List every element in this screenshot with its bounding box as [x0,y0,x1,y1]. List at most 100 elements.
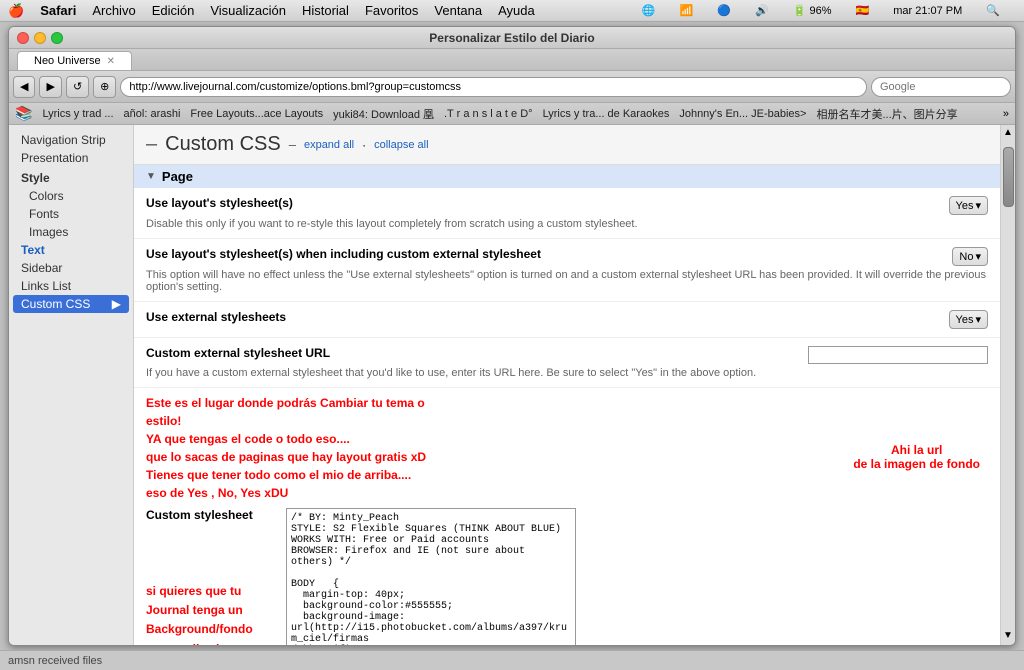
more-bookmarks[interactable]: » [1003,108,1009,120]
search-input[interactable] [871,77,1011,97]
menu-visualizacion[interactable]: Visualización [210,3,286,18]
external-stylesheet-select[interactable]: No ▾ [952,247,988,266]
sidebar-item-sidebar[interactable]: Sidebar [9,259,133,277]
custom-stylesheet-label-col: Custom stylesheet si quieres que tu Jour… [146,508,276,645]
sidebar-item-navigation-strip[interactable]: Navigation Strip [9,131,133,149]
menu-edicion[interactable]: Edición [152,3,195,18]
sidebar-item-custom-css[interactable]: Custom CSS ▶ [13,295,129,313]
toolbar: ◀ ▶ ↺ ⊕ [9,71,1015,103]
refresh-button[interactable]: ↺ [66,76,89,98]
annotation-line4: Tienes que tener todo como el mio de arr… [146,466,436,484]
custom-stylesheet-area: Custom stylesheet si quieres que tu Jour… [134,508,1000,645]
page-section-header[interactable]: ▼ Page [134,165,1000,188]
apple-menu[interactable]: 🍎 [8,3,24,19]
custom-stylesheet-label: Custom stylesheet [146,508,276,522]
use-external-select[interactable]: Yes ▾ [949,310,988,329]
bookmark-4[interactable]: yuki84: Download 凰 [333,106,434,122]
sidebar-item-label: Fonts [29,207,59,221]
content-area: – Custom CSS – expand all · collapse all… [134,125,1000,645]
signal-icon: 📶 [680,4,694,17]
home-button[interactable]: ⊕ [93,76,116,98]
section-arrow-icon: ▼ [146,171,156,182]
menu-favoritos[interactable]: Favoritos [365,3,418,18]
form-label-use-external: Use external stylesheets [146,310,286,324]
annotation-right1: Ahi la url [853,443,980,457]
menu-ventana[interactable]: Ventana [434,3,482,18]
scroll-down-arrow[interactable]: ▼ [1001,628,1015,643]
external-value: No [959,251,973,263]
form-row-top2: Use layout's stylesheet(s) when includin… [146,247,988,266]
form-row-url: Custom external stylesheet URL If you ha… [134,338,1000,388]
bookmark-1[interactable]: Lyrics y trad ... [42,108,113,120]
page-title: Custom CSS [165,133,281,156]
page-section-title: Page [162,169,193,184]
form-row-use-external: Use external stylesheets Yes ▾ [134,302,1000,338]
expand-all-link[interactable]: expand all [304,139,354,151]
url-input[interactable] [808,346,988,364]
menu-ayuda[interactable]: Ayuda [498,3,535,18]
bookmark-3[interactable]: Free Layouts...ace Layouts [190,108,323,120]
browser-window: Personalizar Estilo del Diario Neo Unive… [8,26,1016,646]
annotation-right2: de la imagen de fondo [853,457,980,471]
tab-title: Neo Universe [34,55,101,67]
sidebar-item-label: Presentation [21,151,88,165]
sidebar-item-arrow: ▶ [112,297,121,311]
scrollbar[interactable]: ▲ ▼ [1000,125,1015,645]
scroll-up-arrow[interactable]: ▲ [1001,125,1015,140]
scrollbar-thumb[interactable] [1003,147,1014,207]
tab-close-icon[interactable]: ✕ [107,56,115,67]
bluetooth-icon: 🔵 [717,4,731,17]
bookmarks-icon[interactable]: 📚 [15,105,32,122]
external-stylesheet-desc: This option will have no effect unless t… [146,269,988,293]
spotlight-icon[interactable]: 🔍 [986,4,1000,17]
annotation-line1: Este es el lugar donde podrás Cambiar tu… [146,394,436,430]
stylesheet-select[interactable]: Yes ▾ [949,196,988,215]
bookmarks-bar: 📚 Lyrics y trad ... añol: arashi Free La… [9,103,1015,125]
url-desc: If you have a custom external stylesheet… [146,367,988,379]
sidebar: Navigation Strip Presentation Style Colo… [9,125,134,645]
wifi-icon: 🌐 [642,4,656,17]
status-bar: amsn received files [0,650,1024,670]
menu-historial[interactable]: Historial [302,3,349,18]
annotation-left: Este es el lugar donde podrás Cambiar tu… [146,394,436,502]
separator: · [362,138,366,152]
app-name[interactable]: Safari [40,3,76,18]
bookmark-7[interactable]: Johnny's En... JE-babies> [679,108,806,120]
sidebar-item-images[interactable]: Images [9,223,133,241]
minimize-button[interactable] [34,32,46,44]
bookmark-5[interactable]: .T r a n s l a t e D° [444,108,533,120]
bookmark-6[interactable]: Lyrics y tra... de Karaokes [543,108,670,120]
sidebar-item-text[interactable]: Text [9,241,133,259]
sidebar-style-label: Style [9,167,133,187]
form-label-stylesheet: Use layout's stylesheet(s) [146,196,293,210]
dropdown-icon: ▾ [975,199,981,212]
sidebar-item-links-list[interactable]: Links List [9,277,133,295]
annotation-right: Ahi la url de la imagen de fondo [853,443,980,471]
battery-icon: 🔋 96% [793,4,832,17]
sidebar-item-presentation[interactable]: Presentation [9,149,133,167]
menu-archivo[interactable]: Archivo [92,3,135,18]
main-container: Navigation Strip Presentation Style Colo… [9,125,1015,645]
close-button[interactable] [17,32,29,44]
form-label-external: Use layout's stylesheet(s) when includin… [146,247,541,261]
collapse-all-link[interactable]: collapse all [374,139,428,151]
bookmark-2[interactable]: añol: arashi [124,108,181,120]
sidebar-item-colors[interactable]: Colors [9,187,133,205]
body-annotation-2: Background/fondo personalizado [146,620,276,645]
sidebar-item-fonts[interactable]: Fonts [9,205,133,223]
bookmark-8[interactable]: 相册名车才美...片、图片分享 [816,106,957,122]
fullscreen-button[interactable] [51,32,63,44]
annotation-line2: YA que tengas el code o todo eso.... [146,430,436,448]
url-bar[interactable] [120,77,867,97]
window-title: Personalizar Estilo del Diario [429,31,594,45]
form-row-stylesheet: Use layout's stylesheet(s) Yes ▾ Disable… [134,188,1000,239]
dropdown-icon3: ▾ [975,313,981,326]
active-tab[interactable]: Neo Universe ✕ [17,51,132,70]
form-row-top: Use layout's stylesheet(s) Yes ▾ [146,196,988,215]
annotation-line3: que lo sacas de paginas que hay layout g… [146,448,436,466]
back-button[interactable]: ◀ [13,76,35,98]
css-textarea[interactable] [286,508,576,645]
sidebar-item-label: Links List [21,279,71,293]
dash-separator2: – [289,137,296,152]
forward-button[interactable]: ▶ [39,76,61,98]
